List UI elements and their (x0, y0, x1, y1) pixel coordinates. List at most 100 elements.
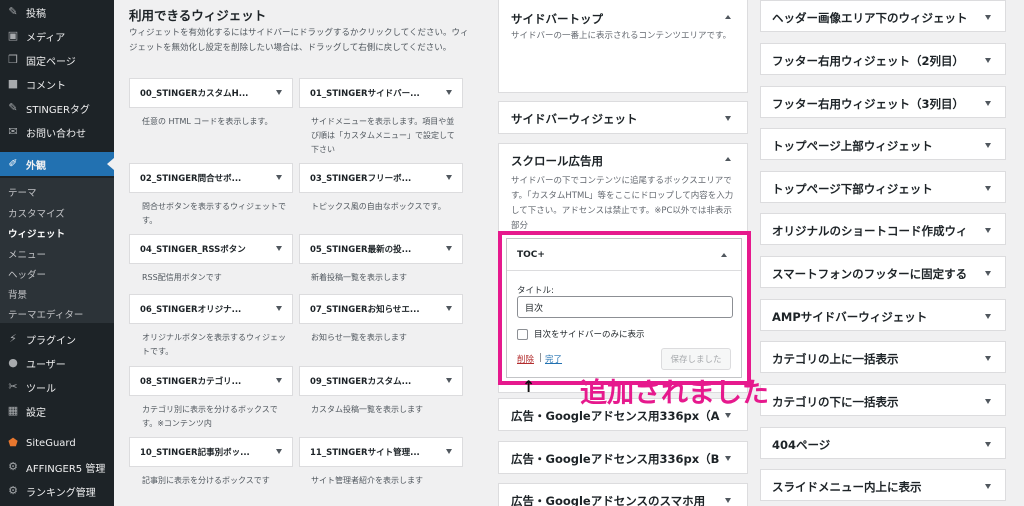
submenu-widgets[interactable]: ウィジェット (8, 226, 65, 240)
area-item[interactable]: オリジナルのショートコード作成ウィ (760, 213, 1006, 245)
chevron-down-icon[interactable] (276, 378, 282, 383)
chevron-down-icon[interactable] (985, 399, 991, 404)
chevron-down-icon[interactable] (985, 101, 991, 106)
chevron-down-icon[interactable] (725, 498, 731, 503)
submenu-customize[interactable]: カスタマイズ (8, 206, 65, 220)
submenu-themes[interactable]: テーマ (8, 185, 37, 199)
menu-item-pages[interactable]: ❒ 固定ページ (0, 48, 114, 72)
gear-icon: ⚙ (8, 484, 18, 497)
menu-item-users[interactable]: ● ユーザー (0, 351, 114, 375)
widget-item[interactable]: 11_STINGERサイト管理... (299, 437, 463, 467)
chevron-down-icon[interactable] (985, 271, 991, 276)
menu-item-tools[interactable]: ✂ ツール (0, 375, 114, 399)
area-description: サイドバーの下でコンテンツに追尾するボックスエリアです。「カスタムHTML」等を… (511, 176, 734, 231)
submenu-menus[interactable]: メニュー (8, 247, 46, 261)
area-title: ヘッダー画像エリア下のウィジェット (772, 11, 968, 25)
chevron-down-icon[interactable] (985, 228, 991, 233)
highlight-box (498, 231, 751, 385)
submenu-header[interactable]: ヘッダー (8, 267, 46, 281)
widget-item[interactable]: 03_STINGERフリーボ... (299, 163, 463, 193)
menu-item-appearance[interactable]: ✐ 外観 (0, 152, 114, 176)
menu-item-ranking[interactable]: ⚙ ランキング管理 (0, 479, 114, 503)
widget-title: 02_STINGER問合せボ... (140, 174, 242, 184)
pin-icon: ✎ (8, 101, 18, 114)
widget-item[interactable]: 04_STINGER_RSSボタン (129, 234, 293, 264)
chevron-down-icon[interactable] (985, 186, 991, 191)
chevron-down-icon[interactable] (985, 442, 991, 447)
chevron-down-icon[interactable] (985, 484, 991, 489)
area-item[interactable]: フッター右用ウィジェット（3列目） (760, 86, 1006, 118)
chevron-down-icon[interactable] (446, 175, 452, 180)
area-item[interactable]: トップページ上部ウィジェット (760, 128, 1006, 160)
menu-item-stinger-tag[interactable]: ✎ STINGERタグ (0, 96, 114, 120)
area-item[interactable]: AMPサイドバーウィジェット (760, 299, 1006, 331)
chevron-down-icon[interactable] (276, 306, 282, 311)
area-ad-mobile[interactable]: 広告・Googleアドセンスのスマホ用 (498, 483, 748, 506)
menu-item-settings[interactable]: ▦ 設定 (0, 399, 114, 423)
widget-item[interactable]: 00_STINGERカスタムH... (129, 78, 293, 108)
chevron-down-icon[interactable] (276, 90, 282, 95)
media-icon: ▣ (7, 29, 19, 42)
chevron-down-icon[interactable] (276, 175, 282, 180)
chevron-down-icon[interactable] (725, 116, 731, 121)
widget-description: カテゴリ別に表示を分けるボックスです。※コンテンツ内 (142, 405, 278, 428)
area-sidebar-widget[interactable]: サイドバーウィジェット (498, 101, 748, 134)
area-sidebar-top[interactable]: サイドバートップ サイドバーの一番上に表示されるコンテンツエリアです。 (498, 0, 748, 93)
area-title: カテゴリの上に一括表示 (772, 352, 899, 366)
menu-label: ツール (26, 383, 56, 395)
area-item[interactable]: カテゴリの上に一括表示 (760, 341, 1006, 373)
chevron-down-icon[interactable] (446, 306, 452, 311)
chevron-up-icon[interactable] (725, 157, 731, 161)
menu-item-media[interactable]: ▣ メディア (0, 24, 114, 48)
widget-item[interactable]: 06_STINGERオリジナ... (129, 294, 293, 324)
arrow-up-icon: ↑ (522, 377, 536, 396)
area-title: 広告・Googleアドセンス用336px（A (511, 409, 720, 423)
area-item[interactable]: フッター右用ウィジェット（2列目） (760, 43, 1006, 75)
menu-item-siteguard[interactable]: ⬟ SiteGuard (0, 431, 114, 455)
widget-description: 記事別に表示を分けるボックスです (142, 476, 270, 485)
area-item[interactable]: スマートフォンのフッターに固定する (760, 256, 1006, 288)
menu-item-contact[interactable]: ✉ お問い合わせ (0, 120, 114, 144)
chevron-down-icon[interactable] (276, 449, 282, 454)
area-item[interactable]: ヘッダー画像エリア下のウィジェット (760, 0, 1006, 32)
menu-item-affinger5[interactable]: ⚙ AFFINGER5 管理 (0, 455, 114, 479)
menu-item-plugins[interactable]: ⚡ プラグイン (0, 327, 114, 351)
chevron-down-icon[interactable] (985, 58, 991, 63)
chevron-down-icon[interactable] (985, 143, 991, 148)
chevron-down-icon[interactable] (985, 314, 991, 319)
widget-item[interactable]: 09_STINGERカスタム... (299, 366, 463, 396)
appearance-submenu: テーマ カスタマイズ ウィジェット メニュー ヘッダー 背景 テーマエディター (0, 178, 114, 323)
plugin-icon: ⚡ (9, 332, 17, 345)
chevron-down-icon[interactable] (446, 90, 452, 95)
chevron-up-icon[interactable] (725, 15, 731, 19)
widget-item[interactable]: 07_STINGERお知らせエ... (299, 294, 463, 324)
area-item[interactable]: カテゴリの下に一括表示 (760, 384, 1006, 416)
menu-item-comments[interactable]: ■ コメント (0, 72, 114, 96)
area-item[interactable]: 404ページ (760, 427, 1006, 459)
area-item[interactable]: スライドメニュー内上に表示 (760, 469, 1006, 501)
widget-item[interactable]: 10_STINGER記事別ボッ... (129, 437, 293, 467)
widget-title: 08_STINGERカテゴリ... (140, 377, 242, 387)
chevron-down-icon[interactable] (725, 413, 731, 418)
chevron-down-icon[interactable] (276, 246, 282, 251)
widget-item[interactable]: 05_STINGER最新の投... (299, 234, 463, 264)
area-title: AMPサイドバーウィジェット (772, 310, 928, 324)
menu-item-posts[interactable]: ✎ 投稿 (0, 0, 114, 24)
submenu-theme-editor[interactable]: テーマエディター (8, 307, 83, 321)
area-ad-b[interactable]: 広告・Googleアドセンス用336px（B (498, 441, 748, 474)
widget-item[interactable]: 02_STINGER問合せボ... (129, 163, 293, 193)
available-widgets-title: 利用できるウィジェット (129, 8, 267, 23)
chevron-down-icon[interactable] (985, 356, 991, 361)
admin-sidebar: ✎ 投稿 ▣ メディア ❒ 固定ページ ■ コメント ✎ STINGERタグ ✉ お問い合わ… (0, 0, 114, 506)
menu-label: ランキング管理 (26, 487, 96, 499)
widget-item[interactable]: 01_STINGERサイドバー... (299, 78, 463, 108)
widget-item[interactable]: 08_STINGERカテゴリ... (129, 366, 293, 396)
chevron-down-icon[interactable] (985, 15, 991, 20)
chevron-down-icon[interactable] (446, 378, 452, 383)
chevron-down-icon[interactable] (446, 246, 452, 251)
chevron-down-icon[interactable] (446, 449, 452, 454)
submenu-background[interactable]: 背景 (8, 287, 27, 301)
widget-title: 06_STINGERオリジナ... (140, 305, 242, 315)
area-item[interactable]: トップページ下部ウィジェット (760, 171, 1006, 203)
chevron-down-icon[interactable] (725, 456, 731, 461)
